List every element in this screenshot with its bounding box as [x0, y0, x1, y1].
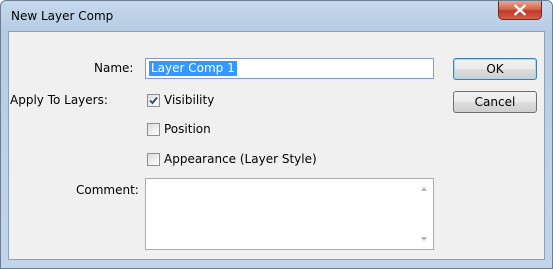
dialog-body: Name: Layer Comp 1 Apply To Layers: Visi…: [8, 31, 545, 260]
position-label[interactable]: Position: [164, 122, 211, 136]
cancel-button[interactable]: Cancel: [453, 91, 537, 113]
apply-to-layers-label: Apply To Layers:: [10, 93, 108, 107]
position-checkbox[interactable]: [147, 123, 160, 136]
title-bar[interactable]: New Layer Comp: [1, 1, 552, 31]
dialog-window: New Layer Comp Name: Layer Comp 1 Apply …: [0, 0, 553, 269]
dialog-title: New Layer Comp: [11, 9, 114, 23]
comment-scrollbar[interactable]: [416, 179, 433, 249]
close-button[interactable]: [498, 1, 542, 20]
appearance-checkbox[interactable]: [147, 153, 160, 166]
scroll-down-arrow-icon[interactable]: [421, 237, 427, 241]
comment-textarea[interactable]: [145, 178, 434, 250]
name-input-value: Layer Comp 1: [149, 61, 237, 76]
appearance-label[interactable]: Appearance (Layer Style): [164, 152, 317, 166]
comment-label: Comment:: [76, 183, 139, 197]
name-input[interactable]: Layer Comp 1: [145, 58, 434, 79]
close-icon: [514, 4, 526, 16]
name-label: Name:: [94, 61, 134, 75]
visibility-label[interactable]: Visibility: [164, 93, 214, 107]
visibility-checkbox[interactable]: [147, 94, 160, 107]
checkmark-icon: [149, 96, 158, 105]
ok-button[interactable]: OK: [453, 58, 537, 80]
scroll-up-arrow-icon[interactable]: [421, 187, 427, 191]
